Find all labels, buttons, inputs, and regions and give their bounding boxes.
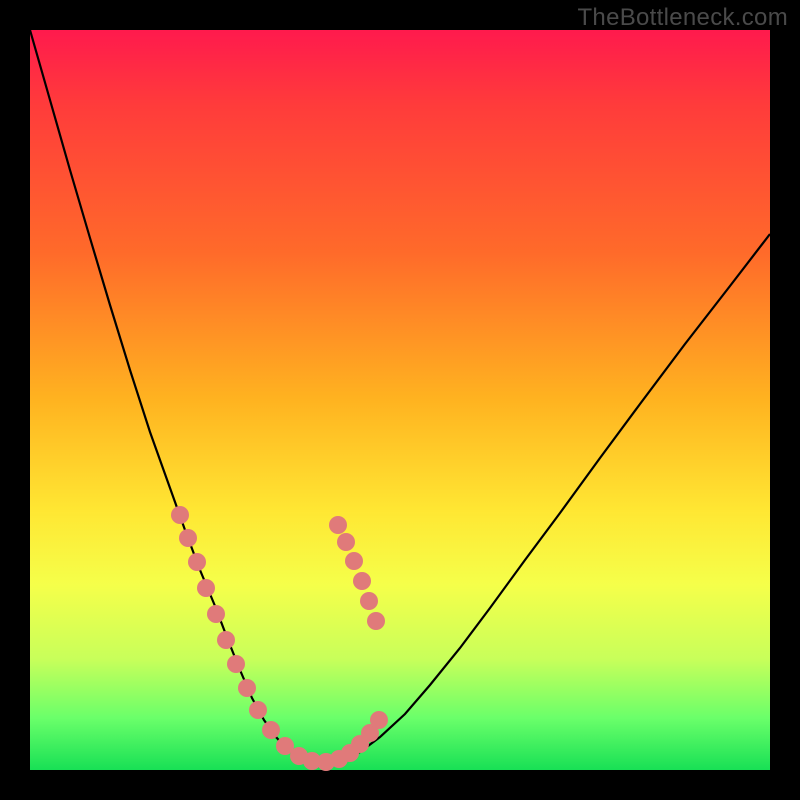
data-bead (370, 711, 388, 729)
data-bead (171, 506, 189, 524)
data-bead (238, 679, 256, 697)
bead-group (171, 506, 388, 771)
data-bead (197, 579, 215, 597)
data-bead (179, 529, 197, 547)
data-bead (360, 592, 378, 610)
curve-layer (30, 30, 770, 770)
data-bead (188, 553, 206, 571)
data-bead (217, 631, 235, 649)
data-bead (367, 612, 385, 630)
data-bead (353, 572, 371, 590)
v-curve-path (30, 30, 770, 762)
data-bead (207, 605, 225, 623)
watermark-text: TheBottleneck.com (577, 4, 788, 32)
data-bead (329, 516, 347, 534)
data-bead (337, 533, 355, 551)
data-bead (249, 701, 267, 719)
data-bead (345, 552, 363, 570)
data-bead (262, 721, 280, 739)
chart-frame: TheBottleneck.com (0, 0, 800, 800)
data-bead (227, 655, 245, 673)
plot-area (30, 30, 770, 770)
